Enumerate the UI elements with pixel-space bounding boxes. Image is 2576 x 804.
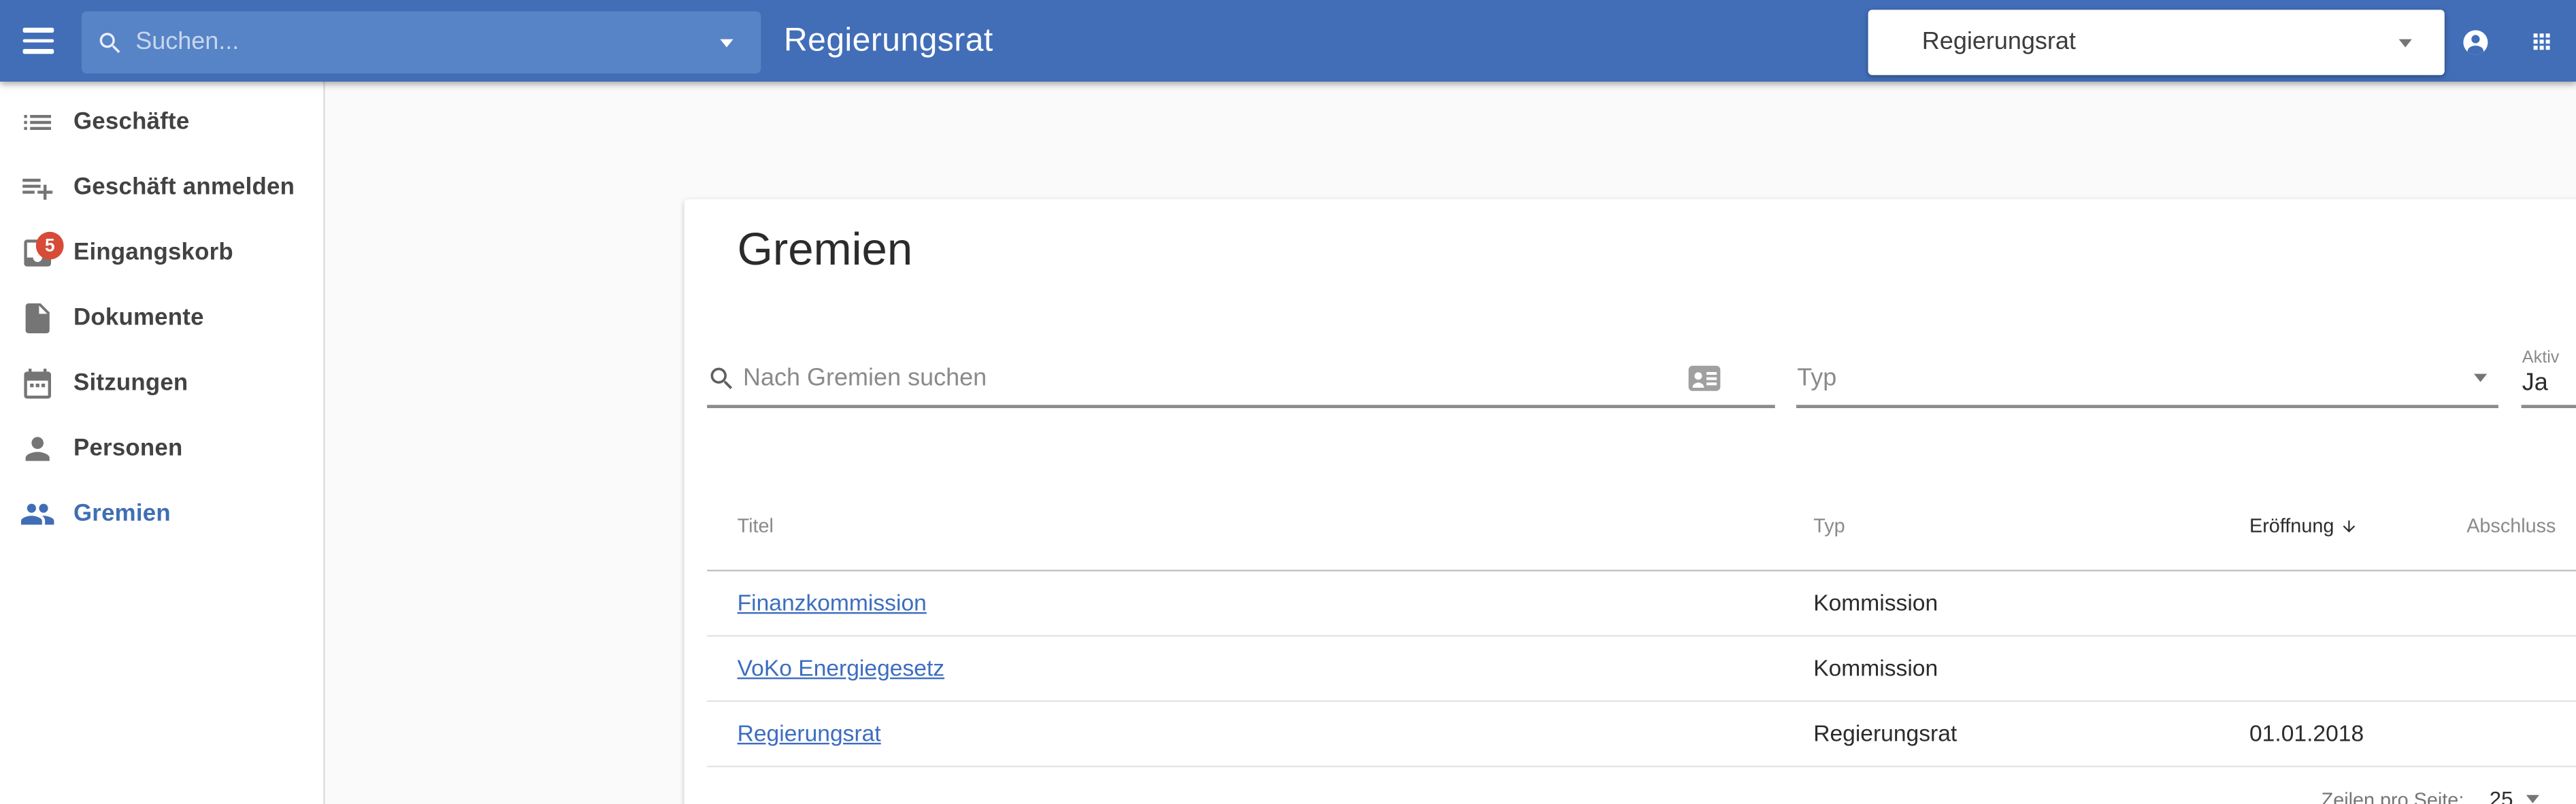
aktiv-select-value: Ja bbox=[2522, 369, 2548, 397]
eroeffnung-cell: 01.01.2018 bbox=[2249, 720, 2364, 746]
gremium-link[interactable]: Finanzkommission bbox=[738, 589, 927, 615]
global-search-placeholder: Suchen... bbox=[135, 27, 240, 56]
gremium-link[interactable]: VoKo Energiegesetz bbox=[738, 654, 945, 680]
main-area: Gremien Nach Gremien suchen Typ Aktiv Ja… bbox=[325, 82, 2576, 804]
page-title: Gremien bbox=[737, 223, 913, 275]
sidebar-item-gremien[interactable]: Gremien bbox=[0, 482, 323, 547]
column-header-titel[interactable]: Titel bbox=[738, 509, 774, 542]
content-card: Gremien Nach Gremien suchen Typ Aktiv Ja… bbox=[683, 199, 2576, 804]
apps-grid-icon[interactable] bbox=[2530, 29, 2554, 54]
document-icon bbox=[25, 303, 50, 334]
column-header-typ[interactable]: Typ bbox=[1813, 509, 1845, 542]
sidebar-item-label: Personen bbox=[73, 435, 183, 463]
typ-cell: Kommission bbox=[1813, 589, 1938, 616]
typ-cell: Regierungsrat bbox=[1813, 720, 1958, 746]
sidebar: Geschäfte Geschäft anmelden Eingangskorb… bbox=[0, 82, 325, 804]
sidebar-item-label: Eingangskorb bbox=[73, 239, 233, 267]
sidebar-item-geschaefte[interactable]: Geschäfte bbox=[0, 90, 323, 155]
client-select-caret-icon bbox=[2398, 38, 2412, 47]
account-circle-icon[interactable] bbox=[2461, 27, 2490, 56]
sidebar-item-label: Geschäft anmelden bbox=[73, 174, 295, 201]
sort-desc-icon bbox=[2343, 520, 2356, 532]
inbox-count-badge: 5 bbox=[35, 231, 64, 260]
search-field-underline bbox=[706, 405, 1774, 407]
sidebar-item-label: Dokumente bbox=[73, 305, 204, 332]
calendar-icon bbox=[24, 369, 51, 399]
typ-cell: Kommission bbox=[1813, 654, 1938, 681]
contact-card-icon[interactable] bbox=[1687, 365, 1720, 392]
search-icon bbox=[710, 367, 731, 390]
client-select[interactable]: Regierungsrat bbox=[1868, 10, 2445, 76]
rows-per-page-label: Zeilen pro Seite: bbox=[2321, 788, 2464, 804]
sidebar-item-dokumente[interactable]: Dokumente bbox=[0, 286, 323, 351]
rows-per-page-caret-icon[interactable] bbox=[2525, 794, 2539, 803]
person-icon bbox=[25, 437, 50, 461]
aktiv-field-underline bbox=[2520, 405, 2576, 407]
list-icon bbox=[24, 115, 51, 131]
column-header-eroeffnung-label: Eröffnung bbox=[2249, 514, 2334, 537]
sidebar-item-label: Sitzungen bbox=[73, 370, 188, 397]
aktiv-select-label: Aktiv bbox=[2522, 348, 2560, 367]
gremien-search-placeholder: Nach Gremien suchen bbox=[743, 364, 987, 392]
row-divider bbox=[706, 765, 2576, 767]
sidebar-item-personen[interactable]: Personen bbox=[0, 416, 323, 482]
column-header-eroeffnung[interactable]: Eröffnung bbox=[2249, 509, 2358, 542]
sidebar-item-sitzungen[interactable]: Sitzungen bbox=[0, 351, 323, 416]
gremium-link[interactable]: Regierungsrat bbox=[738, 720, 881, 746]
menu-icon[interactable] bbox=[22, 27, 54, 54]
sidebar-item-geschaeft-anmelden[interactable]: Geschäft anmelden bbox=[0, 155, 323, 220]
sidebar-item-label: Gremien bbox=[73, 501, 171, 528]
typ-field-underline bbox=[1795, 405, 2498, 407]
global-search-dropdown-icon[interactable] bbox=[720, 39, 733, 48]
typ-select-placeholder: Typ bbox=[1797, 364, 1837, 392]
app-title: Regierungsrat bbox=[784, 22, 993, 59]
app-root: Suchen... Regierungsrat Regierungsrat Ge… bbox=[0, 0, 2576, 804]
sidebar-item-label: Geschäfte bbox=[73, 109, 190, 136]
table-row: Regierungsrat Regierungsrat 01.01.2018 bbox=[683, 701, 2576, 766]
typ-select-caret-icon bbox=[2473, 373, 2487, 382]
playlist-add-icon bbox=[22, 178, 53, 200]
global-search-input[interactable]: Suchen... bbox=[82, 11, 761, 74]
rows-per-page-select[interactable]: 25 bbox=[2490, 785, 2513, 804]
table-row: VoKo Energiegesetz Kommission bbox=[683, 635, 2576, 701]
search-icon bbox=[99, 32, 120, 52]
app-header: Suchen... Regierungsrat Regierungsrat bbox=[0, 0, 2576, 82]
client-select-value: Regierungsrat bbox=[1921, 27, 2076, 56]
table-row: Finanzkommission Kommission bbox=[683, 570, 2576, 635]
column-header-abschluss[interactable]: Abschluss bbox=[2466, 509, 2556, 542]
people-icon bbox=[21, 503, 54, 525]
